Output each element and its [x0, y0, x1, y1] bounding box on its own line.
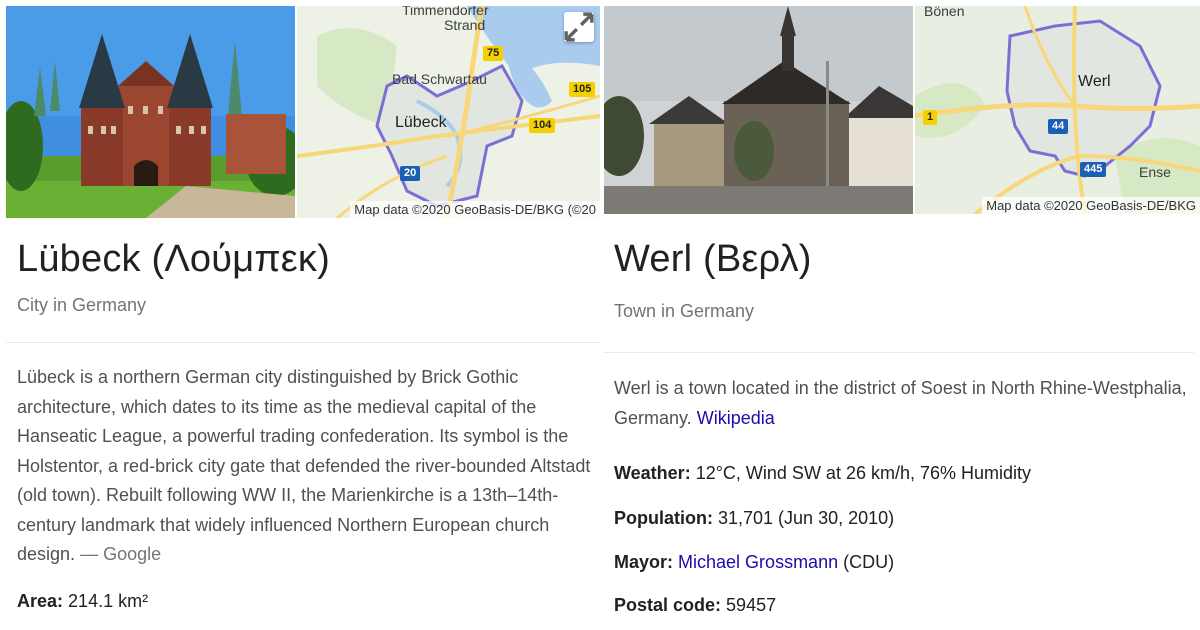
map-label-bad-schwartau: Bad Schwartau	[392, 71, 487, 87]
fact-mayor: Mayor: Michael Grossmann (CDU)	[614, 552, 894, 573]
fact-label: Postal code:	[614, 595, 722, 615]
description-text: Lübeck is a northern German city disting…	[17, 367, 591, 564]
fact-value: 214.1 km²	[68, 591, 149, 611]
fact-label: Population:	[614, 508, 713, 528]
description-source: — Google	[80, 544, 162, 564]
divider	[6, 342, 600, 343]
fact-value: 31,701 (Jun 30, 2010)	[718, 508, 895, 528]
fact-label: Mayor:	[614, 552, 674, 572]
road-shield-1: 1	[923, 110, 938, 125]
entity-title: Lübeck (Λούμπεκ)	[17, 238, 330, 280]
fact-label: Weather:	[614, 463, 691, 483]
expand-icon	[564, 12, 594, 42]
road-shield-44: 44	[1048, 119, 1069, 134]
lubeck-map[interactable]: Timmendorfer Strand Bad Schwartau Lübeck…	[297, 6, 600, 218]
fact-weather: Weather: 12°C, Wind SW at 26 km/h, 76% H…	[614, 463, 1031, 484]
road-shield-20: 20	[400, 166, 421, 181]
map-label-ense: Ense	[1139, 164, 1171, 180]
map-label-werl: Werl	[1078, 73, 1111, 90]
divider	[604, 352, 1194, 353]
werl-church-photo[interactable]	[604, 6, 913, 214]
knowledge-panel-lubeck: Timmendorfer Strand Bad Schwartau Lübeck…	[0, 0, 600, 630]
map-label-lubeck: Lübeck	[395, 114, 447, 131]
map-attribution: Map data ©2020 GeoBasis-DE/BKG	[982, 197, 1200, 214]
road-shield-445: 445	[1080, 162, 1107, 177]
fact-population: Population: 31,701 (Jun 30, 2010)	[614, 508, 894, 529]
expand-map-button[interactable]	[564, 12, 594, 42]
fact-area: Area: 214.1 km²	[17, 591, 148, 612]
fact-label: Area:	[17, 591, 64, 611]
fact-value: (CDU)	[843, 552, 895, 572]
knowledge-panel-werl: Bönen Werl Ense 1 44 445 Map data ©2020 …	[604, 0, 1200, 630]
road-shield-104: 104	[529, 118, 556, 133]
map-label-strand: Strand	[444, 17, 486, 33]
holstentor-photo[interactable]	[6, 6, 295, 218]
fact-value: 12°C, Wind SW at 26 km/h, 76% Humidity	[695, 463, 1032, 483]
entity-subtitle: Town in Germany	[614, 301, 755, 321]
map-attribution: Map data ©2020 GeoBasis-DE/BKG (©20	[350, 201, 600, 218]
entity-description: Werl is a town located in the district o…	[614, 374, 1194, 433]
wikipedia-link[interactable]: Wikipedia	[697, 408, 775, 428]
entity-description: Lübeck is a northern German city disting…	[17, 363, 592, 570]
entity-subtitle: City in Germany	[17, 295, 147, 315]
road-shield-75: 75	[483, 46, 504, 61]
map-label-bonen: Bönen	[924, 6, 965, 19]
fact-value: 59457	[726, 595, 777, 615]
fact-postal-code: Postal code: 59457	[614, 595, 776, 616]
mayor-link[interactable]: Michael Grossmann	[678, 552, 838, 572]
road-shield-105: 105	[569, 82, 596, 97]
werl-map[interactable]: Bönen Werl Ense 1 44 445 Map data ©2020 …	[915, 6, 1200, 214]
entity-title: Werl (Βερλ)	[614, 238, 812, 280]
